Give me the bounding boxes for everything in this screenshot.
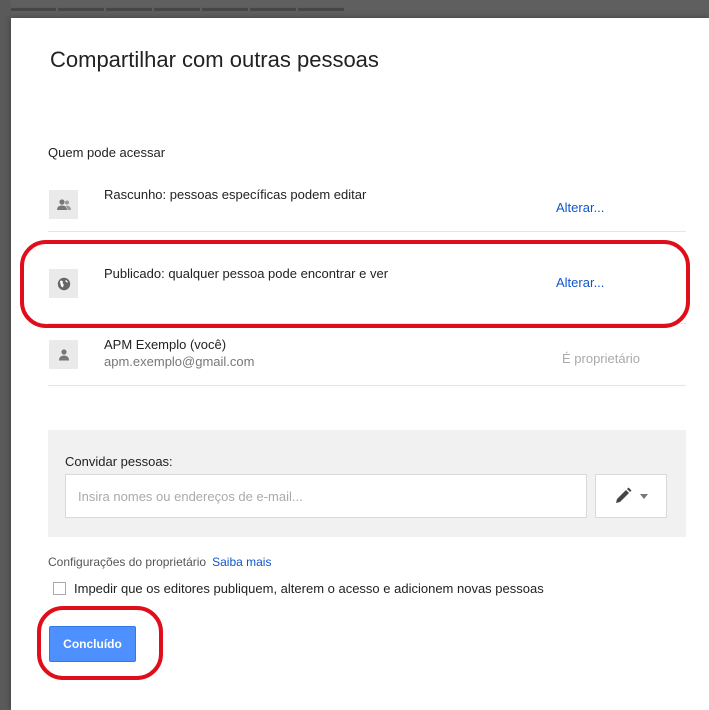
pencil-icon <box>616 487 632 503</box>
owner-name: APM Exemplo (você) <box>104 337 227 352</box>
done-button[interactable]: Concluído <box>49 626 136 662</box>
dialog-title: Compartilhar com outras pessoas <box>50 47 379 72</box>
chevron-down-icon <box>640 493 648 499</box>
background-header <box>0 0 709 18</box>
share-dialog: Compartilhar com outras pessoas Quem pod… <box>11 18 709 710</box>
learn-more-link[interactable]: Saiba mais <box>212 555 271 569</box>
access-row-draft-text: Rascunho: pessoas específicas podem edit… <box>104 187 367 202</box>
prevent-editors-option: Impedir que os editores publiquem, alter… <box>53 581 544 596</box>
change-published-access-link[interactable]: Alterar... <box>556 275 604 290</box>
access-row-draft: Rascunho: pessoas específicas podem edit… <box>48 173 686 232</box>
person-icon <box>49 340 78 369</box>
owner-settings: Configurações do proprietário Saiba mais <box>48 555 271 569</box>
invite-people-section: Convidar pessoas: <box>48 430 686 537</box>
people-icon <box>49 190 78 219</box>
permission-dropdown-button[interactable] <box>595 474 667 518</box>
prevent-editors-label: Impedir que os editores publiquem, alter… <box>74 581 544 596</box>
globe-icon <box>49 269 78 298</box>
change-draft-access-link[interactable]: Alterar... <box>556 200 604 215</box>
owner-email: apm.exemplo@gmail.com <box>104 354 255 369</box>
owner-info: APM Exemplo (você) apm.exemplo@gmail.com <box>104 336 404 370</box>
access-row-published: Publicado: qualquer pessoa pode encontra… <box>48 233 686 324</box>
owner-role-label: É proprietário <box>562 351 641 366</box>
access-section-label: Quem pode acessar <box>48 145 166 160</box>
owner-settings-label: Configurações do proprietário <box>48 555 207 569</box>
invite-input[interactable] <box>65 474 587 518</box>
invite-label: Convidar pessoas: <box>65 454 173 469</box>
left-border <box>0 0 11 710</box>
prevent-editors-checkbox[interactable] <box>53 582 66 595</box>
access-row-published-text: Publicado: qualquer pessoa pode encontra… <box>104 266 389 281</box>
access-row-owner: APM Exemplo (você) apm.exemplo@gmail.com… <box>48 325 686 386</box>
